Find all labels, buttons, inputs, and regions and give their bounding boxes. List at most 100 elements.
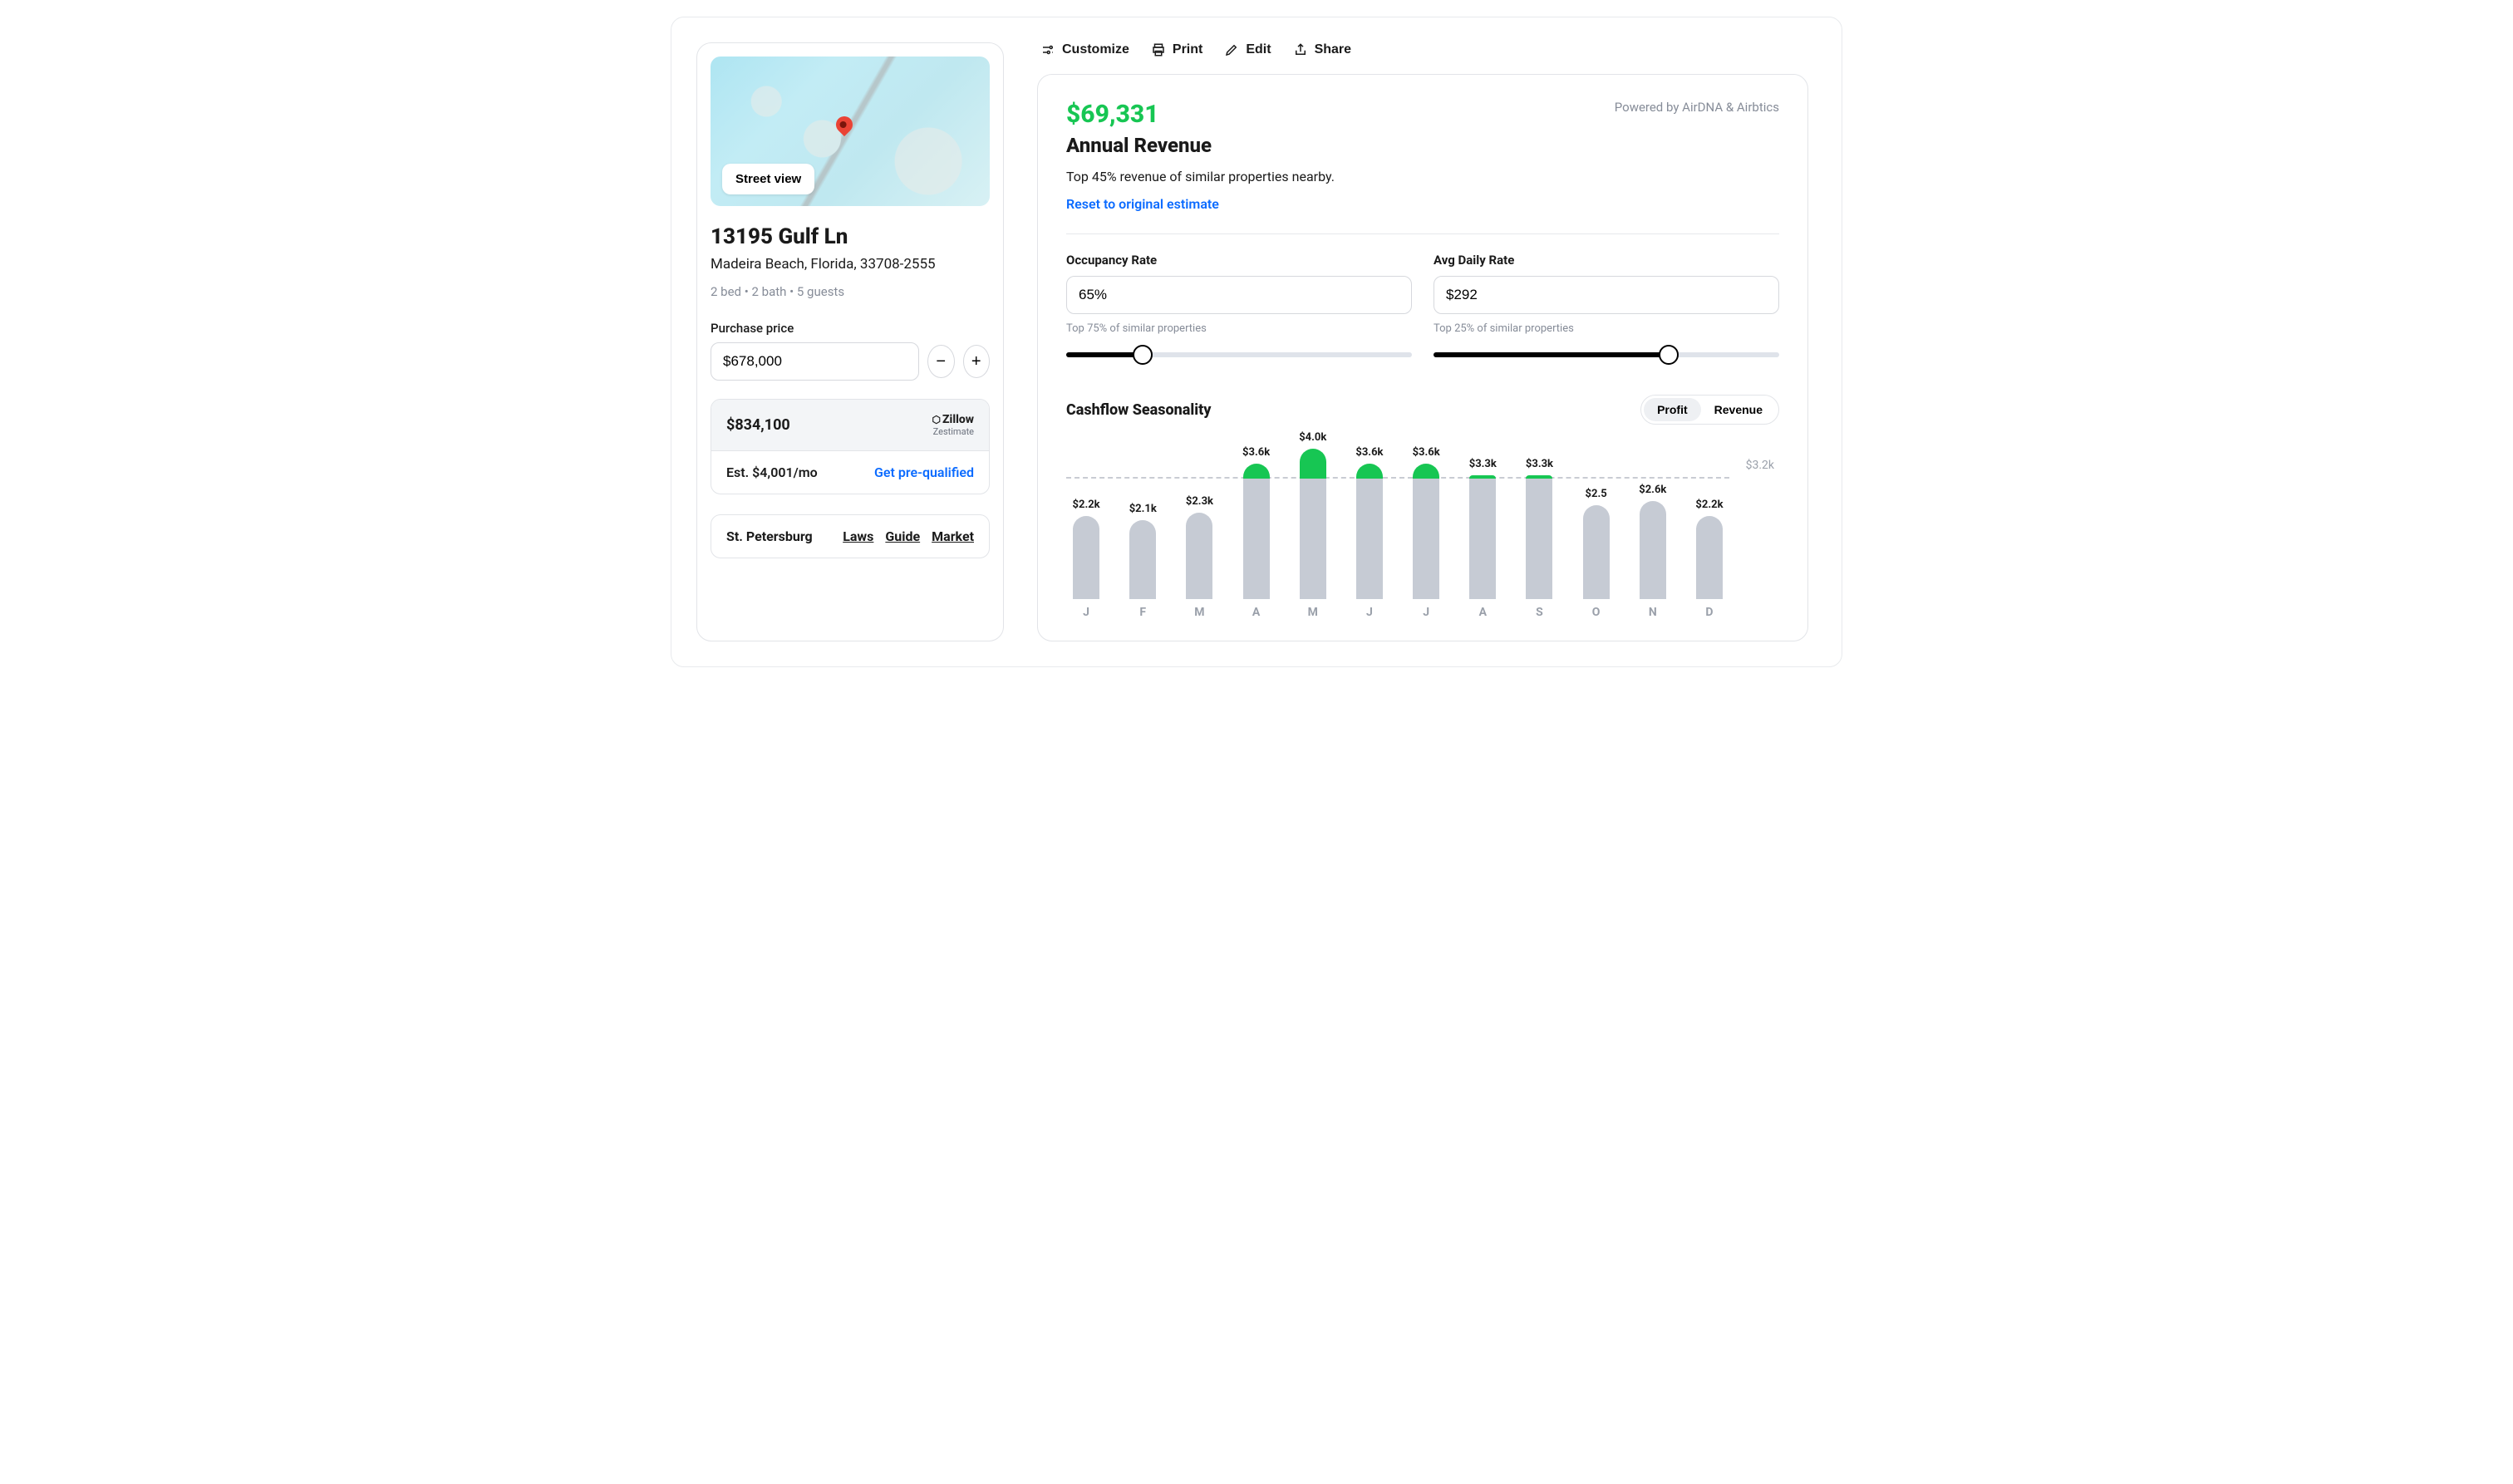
- est-monthly: Est. $4,001/mo: [726, 464, 818, 480]
- map-pin-icon: [833, 113, 856, 136]
- toolbar: Customize Print Edit Share: [1037, 42, 1808, 57]
- chart-bar-body: [1243, 479, 1270, 599]
- chart-bar: $2.5O: [1576, 436, 1616, 619]
- chart-bar: $2.2k J: [1066, 436, 1106, 619]
- chart-month-label: J: [1083, 606, 1089, 619]
- chart-bar-cap: [1413, 464, 1439, 479]
- chart-bar-body: [1186, 513, 1212, 599]
- city-name: St. Petersburg: [726, 528, 813, 544]
- annual-revenue-label: Annual Revenue: [1066, 134, 1335, 157]
- price-increment-button[interactable]: +: [963, 345, 991, 378]
- share-button[interactable]: Share: [1293, 42, 1351, 57]
- chart-bar-body: [1300, 479, 1326, 599]
- chart-value-label: $2.5: [1586, 488, 1607, 500]
- chart-toggle: Profit Revenue: [1640, 395, 1779, 425]
- chart-value-label: $3.6k: [1355, 446, 1383, 459]
- chart-bar: $2.6k N: [1633, 436, 1673, 619]
- chart-value-label: $3.3k: [1469, 458, 1497, 470]
- occupancy-input[interactable]: [1066, 276, 1412, 314]
- printer-icon: [1151, 42, 1166, 57]
- property-title: 13195 Gulf Ln: [711, 224, 990, 249]
- zestimate-value: $834,100: [726, 416, 790, 434]
- chart-month-label: S: [1536, 606, 1543, 619]
- chart-bar: $3.6k A: [1237, 436, 1276, 619]
- chart-bar: $3.6k J: [1406, 436, 1446, 619]
- chart-bar: $3.6k J: [1350, 436, 1389, 619]
- powered-by: Powered by AirDNA & Airbtics: [1615, 100, 1779, 115]
- occupancy-slider[interactable]: [1066, 343, 1412, 366]
- chart-bar-cap: [1356, 464, 1383, 479]
- adr-input[interactable]: [1434, 276, 1779, 314]
- adr-label: Avg Daily Rate: [1434, 253, 1779, 268]
- zestimate-card: $834,100 Zillow Zestimate Est. $4,001/mo…: [711, 399, 990, 494]
- chart-bar: $3.3k A: [1463, 436, 1502, 619]
- chart-month-label: J: [1423, 606, 1429, 619]
- chart-baseline: [1066, 477, 1729, 479]
- chart-value-label: $3.6k: [1242, 446, 1270, 459]
- chart-bar-body: [1356, 479, 1383, 599]
- toggle-profit[interactable]: Profit: [1644, 398, 1701, 421]
- pencil-icon: [1224, 42, 1239, 57]
- chart-bar-body: [1640, 501, 1666, 599]
- chart-value-label: $2.1k: [1129, 503, 1157, 515]
- chart-bar-body: [1469, 479, 1496, 599]
- adr-note: Top 25% of similar properties: [1434, 322, 1779, 335]
- property-meta: 2 bed • 2 bath • 5 guests: [711, 284, 990, 299]
- chart-month-label: N: [1649, 606, 1657, 619]
- chart-bar-cap: [1243, 464, 1270, 479]
- chart-bar-body: [1583, 505, 1610, 599]
- annual-revenue-amount: $69,331: [1066, 100, 1335, 129]
- city-links-card: St. Petersburg Laws Guide Market: [711, 514, 990, 558]
- purchase-price-label: Purchase price: [711, 321, 990, 336]
- property-map[interactable]: Street view: [711, 57, 990, 206]
- chart-value-label: $3.6k: [1413, 446, 1440, 459]
- chart-bar: $2.1kF: [1123, 436, 1163, 619]
- seasonality-chart: $3.2k $2.2k J $2.1kF $2.3k M $3.6k A $4.0kM $3.6…: [1066, 436, 1779, 619]
- reset-estimate-link[interactable]: Reset to original estimate: [1066, 196, 1219, 212]
- property-subtitle: Madeira Beach, Florida, 33708-2555: [711, 256, 990, 273]
- chart-month-label: D: [1705, 606, 1713, 619]
- chart-bar: $2.2kD: [1689, 436, 1729, 619]
- adr-slider[interactable]: [1434, 343, 1779, 366]
- revenue-note: Top 45% revenue of similar properties ne…: [1066, 169, 1335, 184]
- chart-baseline-label: $3.2k: [1746, 459, 1774, 472]
- chart-bar-body: [1129, 520, 1156, 599]
- chart-bar: $4.0kM: [1293, 436, 1333, 619]
- customize-button[interactable]: Customize: [1040, 42, 1129, 57]
- chart-month-label: M: [1194, 606, 1204, 619]
- chart-month-label: A: [1252, 606, 1260, 619]
- guide-link[interactable]: Guide: [885, 528, 920, 544]
- adr-block: Avg Daily Rate Top 25% of similar proper…: [1434, 253, 1779, 366]
- print-button[interactable]: Print: [1151, 42, 1202, 57]
- page-root: Street view 13195 Gulf Ln Madeira Beach,…: [671, 17, 1842, 667]
- chart-value-label: $2.3k: [1186, 495, 1213, 508]
- occupancy-label: Occupancy Rate: [1066, 253, 1412, 268]
- toggle-revenue[interactable]: Revenue: [1701, 398, 1776, 421]
- divider: [1066, 233, 1779, 234]
- chart-value-label: $4.0k: [1299, 431, 1326, 444]
- property-card: Street view 13195 Gulf Ln Madeira Beach,…: [696, 42, 1004, 641]
- chart-bar: $2.3k M: [1179, 436, 1219, 619]
- price-decrement-button[interactable]: −: [927, 345, 955, 378]
- get-prequalified-link[interactable]: Get pre-qualified: [874, 464, 974, 480]
- chart-bar: $3.3k S: [1519, 436, 1559, 619]
- chart-bar-body: [1073, 516, 1099, 599]
- chart-month-label: J: [1366, 606, 1373, 619]
- edit-button[interactable]: Edit: [1224, 42, 1271, 57]
- occupancy-note: Top 75% of similar properties: [1066, 322, 1412, 335]
- laws-link[interactable]: Laws: [843, 528, 873, 544]
- chart-bar-body: [1696, 516, 1723, 599]
- purchase-price-input[interactable]: [711, 342, 919, 381]
- chart-bar-body: [1413, 479, 1439, 599]
- sliders-icon: [1040, 42, 1055, 57]
- analysis-card: $69,331 Annual Revenue Top 45% revenue o…: [1037, 74, 1808, 641]
- share-icon: [1293, 42, 1308, 57]
- chart-value-label: $3.3k: [1526, 458, 1553, 470]
- chart-bar-cap: [1300, 449, 1326, 479]
- street-view-button[interactable]: Street view: [722, 164, 814, 194]
- chart-value-label: $2.2k: [1073, 499, 1100, 511]
- market-link[interactable]: Market: [932, 528, 974, 544]
- chart-month-label: A: [1479, 606, 1487, 619]
- chart-value-label: $2.6k: [1639, 484, 1666, 496]
- analysis-column: Customize Print Edit Share $69,331 Annua…: [1037, 42, 1808, 641]
